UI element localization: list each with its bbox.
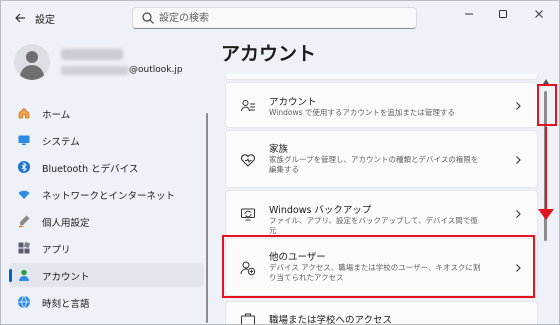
sidebar-item-label: Bluetooth とデバイス [42,164,139,175]
sidebar-item-label: アカウント [42,272,90,283]
briefcase-icon [241,313,255,324]
wifi-icon [18,190,30,199]
card-title: アカウント [269,97,317,108]
user-email: @outlook.jp [129,65,183,75]
back-arrow-icon [15,13,25,23]
sidebar-item-accounts[interactable]: アカウント [9,263,204,287]
bluetooth-icon [18,161,30,173]
brush-icon [19,215,30,228]
card-description: Windows で使用するアカウントを追加または管理する [269,108,455,117]
scrollbar-highlight-box [537,84,557,126]
user-email-redacted [61,66,129,75]
search-input[interactable] [159,10,409,26]
maximize-button[interactable] [485,1,521,27]
maximize-icon [499,10,507,18]
sidebar-item-label: 時刻と言語 [42,299,90,310]
family-icon [241,154,255,167]
sidebar-item-personalization[interactable]: 個人用設定 [9,209,204,233]
search-icon [142,12,154,24]
card-windows-backup[interactable]: Windows バックアップ ファイル、アプリ、設定をバックアップして、デバイス… [225,190,538,236]
chevron-right-icon [516,210,521,218]
card-description: ファイル、アプリ、設定をバックアップして、デバイス間で復元 [269,216,478,235]
scroll-arrow-shaft [545,127,547,212]
accounts-icon [241,100,255,112]
sidebar-item-label: システム [42,137,80,148]
sidebar-item-time-language[interactable]: 時刻と言語 [9,290,204,314]
sidebar-item-label: アプリ [42,245,71,256]
chevron-right-icon [516,102,521,110]
avatar [14,44,50,80]
scroll-arrow-head [538,209,554,220]
close-button[interactable] [521,1,557,27]
app-title: 設定 [35,15,55,26]
selection-indicator [9,269,12,282]
card-family[interactable]: 家族 家族グループを管理し、アカウントの種類とデバイスの権限を編集する [225,130,538,188]
globe-icon [18,295,30,309]
account-icon [19,269,29,281]
minimize-button[interactable] [451,1,487,27]
sidebar-item-label: ネットワークとインターネット [42,191,176,202]
sidebar-item-network[interactable]: ネットワークとインターネット [9,182,204,206]
chevron-right-icon [516,156,521,164]
system-icon [18,135,30,145]
apps-icon [18,241,31,254]
card-work-school[interactable]: 職場または学校へのアクセス [225,301,538,325]
search-box[interactable] [132,7,417,29]
card-title: 職場または学校へのアクセス [269,315,393,325]
backup-icon [241,208,255,221]
page-title: アカウント [221,43,317,65]
avatar-head [26,51,38,63]
settings-window: 設定 @outlook.jp ホーム [0,0,560,325]
sidebar-item-label: 個人用設定 [42,218,90,229]
avatar-body [20,65,44,80]
other-users-highlight-box [222,235,535,298]
title-bar: 設定 [1,1,559,35]
sidebar-item-system[interactable]: システム [9,128,204,152]
close-icon [535,10,543,18]
card-title: Windows バックアップ [269,205,372,216]
sidebar-item-bluetooth[interactable]: Bluetooth とデバイス [9,155,204,179]
sidebar-item-apps[interactable]: アプリ [9,236,204,260]
card-partial-top [225,74,538,80]
card-description: 家族グループを管理し、アカウントの種類とデバイスの権限を編集する [269,155,479,174]
sidebar-item-label: ホーム [42,110,71,121]
minimize-icon [465,13,473,15]
user-name-redacted [61,49,123,60]
card-title: 家族 [269,144,289,155]
card-accounts[interactable]: アカウント Windows で使用するアカウントを追加または管理する [225,82,538,128]
sidebar-scrollbar[interactable] [206,113,208,323]
sidebar-item-home[interactable]: ホーム [9,101,204,125]
back-button[interactable] [9,8,31,28]
home-icon [18,107,30,119]
